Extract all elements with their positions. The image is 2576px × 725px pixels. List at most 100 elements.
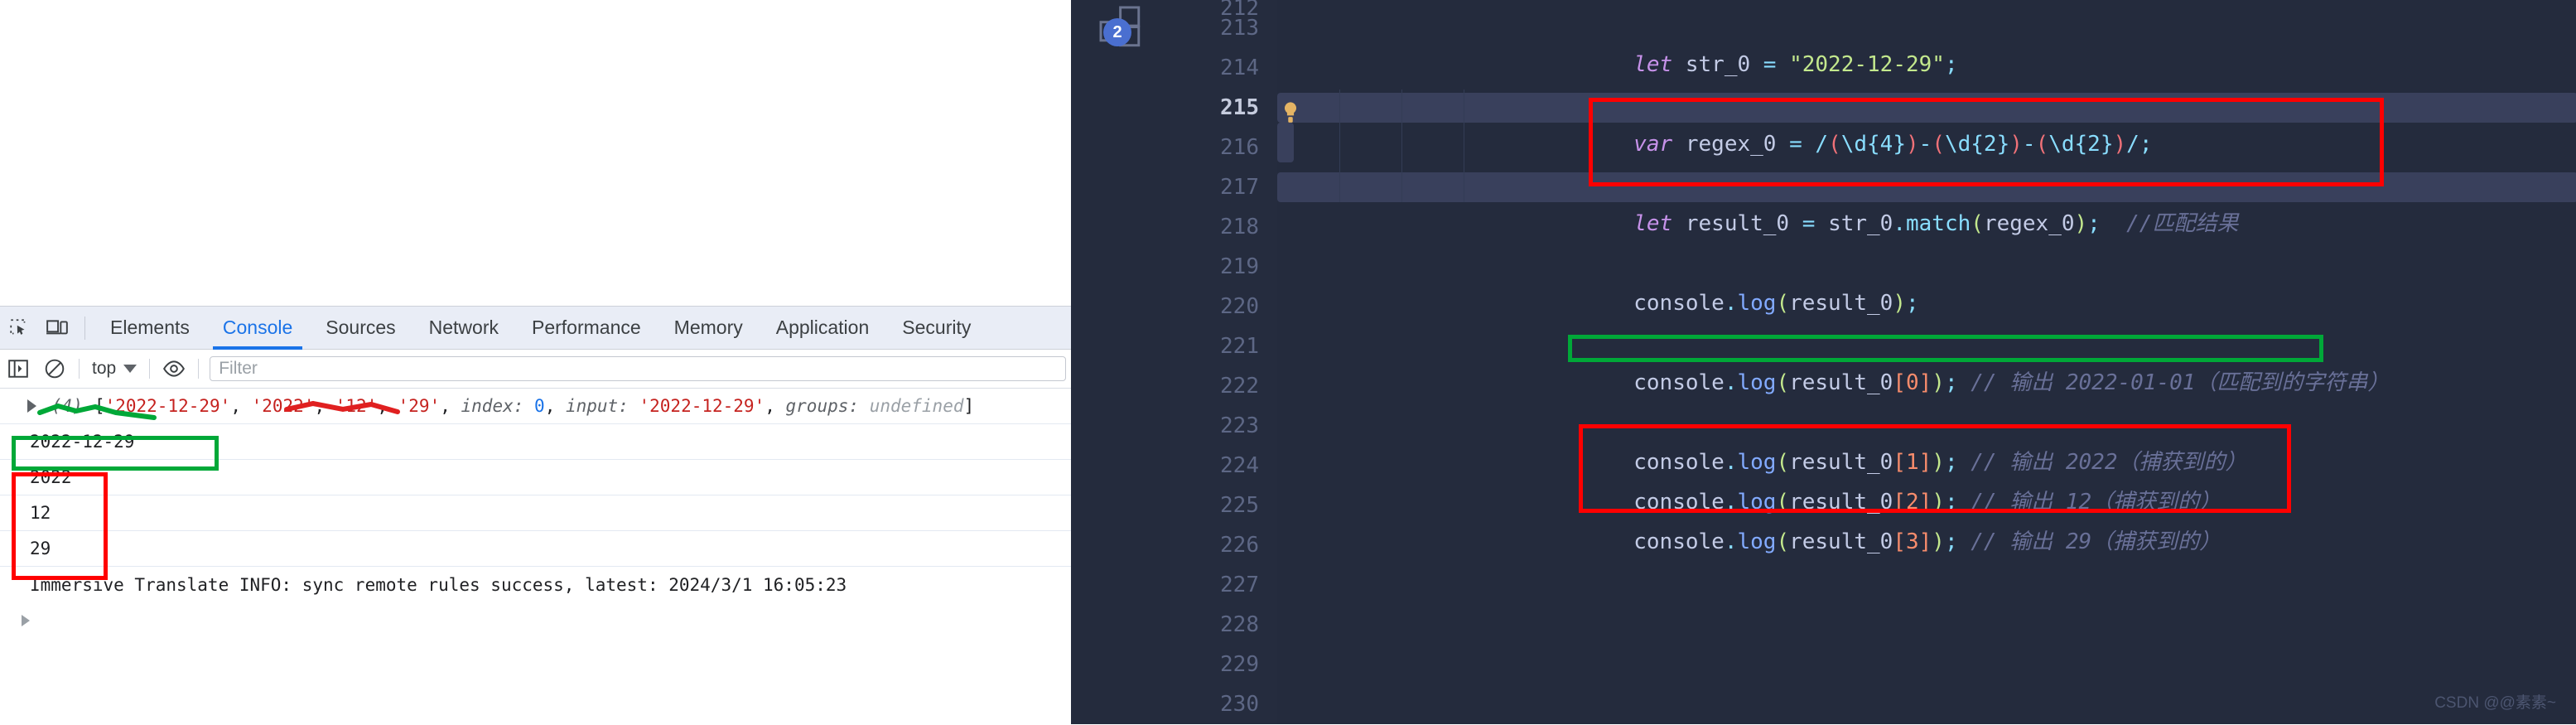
console-prompt[interactable] <box>0 602 1071 639</box>
object-console: console <box>1633 529 1725 554</box>
tab-application[interactable]: Application <box>760 307 886 350</box>
semicolon: ; <box>2087 211 2101 236</box>
chevron-down-icon <box>123 365 137 373</box>
paren-open: ( <box>1971 211 1984 236</box>
assign-operator: = <box>1802 211 1829 236</box>
clear-console-icon[interactable] <box>36 350 73 389</box>
dot-operator: . <box>1724 291 1738 316</box>
keyword-let: let <box>1633 52 1673 77</box>
line-number: 227 <box>1220 573 1259 597</box>
line-number: 214 <box>1220 56 1259 80</box>
array-open-bracket: [ <box>94 396 105 416</box>
regex-group-open: ( <box>1828 132 1841 157</box>
console-output-row: 12 <box>0 495 1071 531</box>
tab-label: Security <box>902 317 972 338</box>
array-index-value: 0 <box>534 396 545 416</box>
console-output-text: 2022 <box>30 467 72 487</box>
console-array-row[interactable]: (4) [ '2022-12-29', '2022', '12', '29', … <box>0 389 1071 424</box>
console-info-row: Immersive Translate INFO: sync remote ru… <box>0 567 1071 602</box>
tab-memory[interactable]: Memory <box>658 307 760 350</box>
regex-group-close: ) <box>2009 132 2023 157</box>
regex-digit-2a: \d{2} <box>1944 132 2010 157</box>
line-number: 216 <box>1220 135 1259 160</box>
array-groups-value: undefined <box>869 396 964 416</box>
extensions-badge: 2 <box>1103 18 1131 46</box>
console-filter-placeholder: Filter <box>219 359 258 378</box>
device-toolbar-icon[interactable] <box>38 307 76 350</box>
comment-text: // 输出 29（捕获到的） <box>1971 529 2221 554</box>
dot-operator: . <box>1724 529 1738 554</box>
web-page-viewport <box>0 0 1071 306</box>
code-line-217: let result_0 = str_0.match(regex_0); //匹… <box>1530 164 2238 236</box>
line-number: 224 <box>1220 453 1259 478</box>
toolbar-divider <box>149 359 151 379</box>
regex-delimiter: / <box>2126 132 2139 157</box>
regex-group-open: ( <box>1932 132 1945 157</box>
method-match: match <box>1906 211 1971 236</box>
indent-guide <box>1339 89 1340 202</box>
tab-label: Network <box>428 317 499 338</box>
bracket-close: ] <box>1918 370 1932 395</box>
array-index-key: index: <box>461 396 524 416</box>
array-index: 3 <box>1905 529 1919 554</box>
console-filter-input[interactable]: Filter <box>210 356 1066 381</box>
variable-regex0: regex_0 <box>1672 132 1790 157</box>
lightbulb-hint-icon[interactable] <box>1281 101 1300 126</box>
tab-performance[interactable]: Performance <box>515 307 658 350</box>
line-number: 218 <box>1220 215 1259 239</box>
array-input-value: '2022-12-29' <box>639 396 765 416</box>
variable-result0: result_0 <box>1672 211 1802 236</box>
object-str0: str_0 <box>1828 211 1893 236</box>
assign-operator: = <box>1763 52 1790 77</box>
line-number: 225 <box>1220 493 1259 518</box>
console-output-row: 2022 <box>0 460 1071 495</box>
regex-group-close: ) <box>1906 132 1919 157</box>
object-console: console <box>1633 370 1725 395</box>
line-number-current: 215 <box>1220 95 1259 120</box>
keyword-let: let <box>1633 211 1673 236</box>
array-length: (4) <box>51 396 83 416</box>
code-editor-pane: 2 212 213 214 215 216 217 218 219 220 22… <box>1071 0 2576 724</box>
tab-label: Elements <box>110 317 190 338</box>
semicolon: ; <box>2139 132 2153 157</box>
paren-open: ( <box>1776 529 1790 554</box>
array-item-0: '2022-12-29' <box>104 396 231 416</box>
live-expression-eye-icon[interactable] <box>156 350 192 389</box>
execution-context-value: top <box>92 359 117 378</box>
line-number: 229 <box>1220 652 1259 677</box>
browser-left-pane: Elements Console Sources Network Perform… <box>0 0 1071 725</box>
comment-text: // 输出 2022-01-01（匹配到的字符串） <box>1971 370 2390 395</box>
code-line-219: console.log(result_0); <box>1530 244 1918 316</box>
tab-sources[interactable]: Sources <box>309 307 412 350</box>
tab-network[interactable]: Network <box>412 307 515 350</box>
line-number: 217 <box>1220 175 1259 200</box>
assign-operator: = <box>1789 132 1816 157</box>
console-output-text: 29 <box>30 539 51 558</box>
console-info-text: Immersive Translate INFO: sync remote ru… <box>30 574 847 595</box>
line-number: 213 <box>1220 16 1259 41</box>
tab-console[interactable]: Console <box>206 307 309 350</box>
paren-close: ) <box>1932 529 1945 554</box>
regex-dash: - <box>2022 132 2036 157</box>
line-number: 223 <box>1220 413 1259 438</box>
console-filter-toolbar: top Filter <box>0 350 1071 389</box>
tab-elements[interactable]: Elements <box>94 307 206 350</box>
array-item-1: '2022' <box>251 396 315 416</box>
expand-arrow-icon[interactable] <box>27 399 36 413</box>
tab-label: Sources <box>326 317 396 338</box>
toolbar-divider <box>79 359 80 379</box>
console-sidebar-icon[interactable] <box>0 350 36 389</box>
argument-result0: result_0 <box>1789 370 1893 395</box>
paren-close: ) <box>1893 291 1906 316</box>
editor-code-area[interactable]: let str_0 = "2022-12-29"; var regex_0 = … <box>1277 0 2576 724</box>
semicolon: ; <box>1944 370 1958 395</box>
regex-digit-2b: \d{2} <box>2048 132 2114 157</box>
execution-context-select[interactable]: top <box>85 355 143 382</box>
paren-close: ) <box>2074 211 2088 236</box>
inspect-element-icon[interactable] <box>0 307 38 350</box>
semicolon: ; <box>1944 529 1958 554</box>
regex-group-open: ( <box>2035 132 2049 157</box>
console-output-row: 29 <box>0 531 1071 567</box>
object-console: console <box>1633 291 1725 316</box>
tab-security[interactable]: Security <box>885 307 987 350</box>
